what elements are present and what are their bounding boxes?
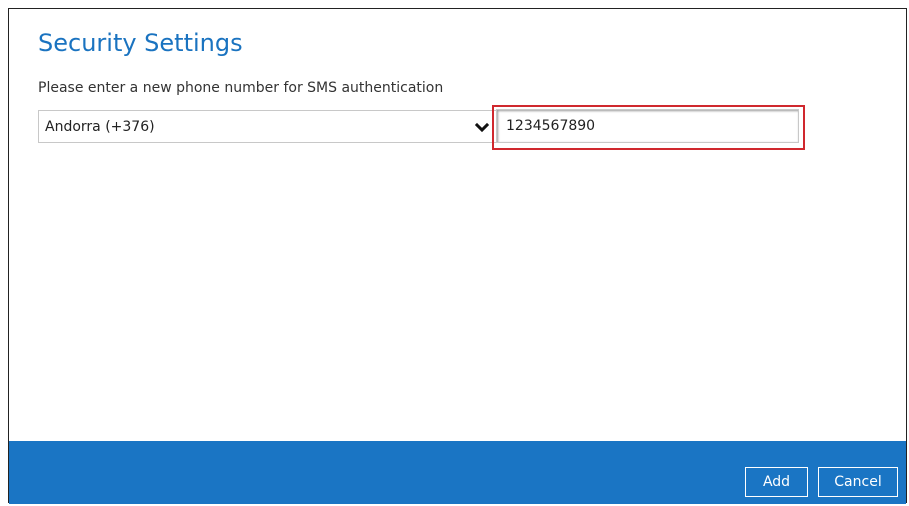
security-settings-dialog: Security Settings Please enter a new pho… <box>8 8 907 504</box>
sms-instruction-text: Please enter a new phone number for SMS … <box>38 80 444 96</box>
phone-number-input[interactable] <box>496 109 799 143</box>
country-code-select[interactable]: Andorra (+376) <box>38 110 498 143</box>
chevron-down-icon <box>475 122 489 133</box>
add-button[interactable]: Add <box>745 467 808 497</box>
dialog-footer: Add Cancel <box>9 441 906 504</box>
dialog-title: Security Settings <box>38 29 243 57</box>
country-code-value: Andorra (+376) <box>45 119 155 135</box>
cancel-button[interactable]: Cancel <box>818 467 898 497</box>
